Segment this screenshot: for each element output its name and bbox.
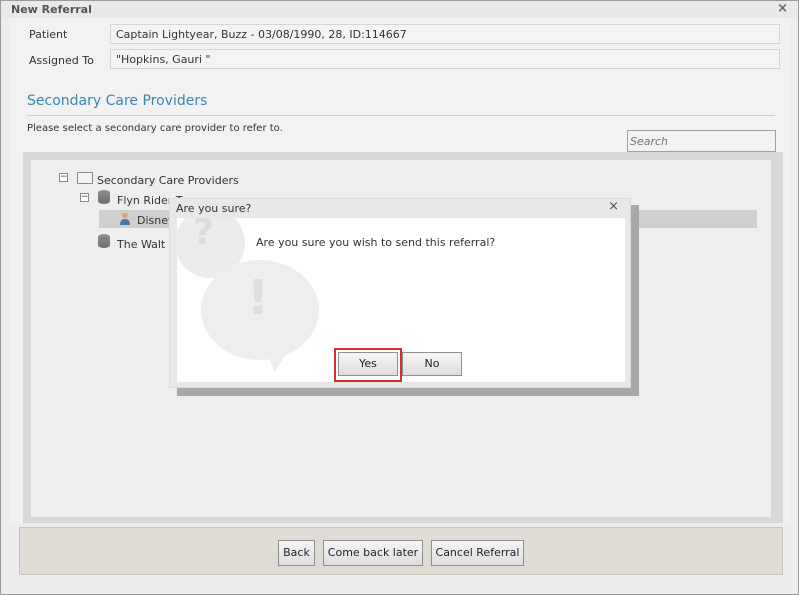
bubble-tail-icon	[265, 348, 289, 372]
patient-value: Captain Lightyear, Buzz - 03/08/1990, 28…	[110, 24, 780, 44]
folder-icon	[77, 172, 93, 184]
cancel-referral-button[interactable]: Cancel Referral	[431, 540, 524, 566]
section-title: Secondary Care Providers	[27, 93, 208, 109]
exclamation-bubble-icon: !	[201, 260, 319, 360]
no-button[interactable]: No	[402, 352, 462, 376]
dialog-message: Are you sure you wish to send this refer…	[256, 236, 496, 249]
person-icon	[120, 212, 130, 225]
yes-button[interactable]: Yes	[338, 352, 398, 376]
window-titlebar: New Referral ×	[1, 1, 798, 18]
come-back-later-button[interactable]: Come back later	[323, 540, 423, 566]
tree-child-collapse-icon[interactable]: −	[80, 193, 89, 202]
tree-root-collapse-icon[interactable]: −	[59, 173, 68, 182]
assigned-to-label: Assigned To	[29, 54, 94, 67]
dialog-close-icon[interactable]: ×	[608, 199, 619, 214]
patient-label: Patient	[29, 28, 68, 41]
back-button[interactable]: Back	[278, 540, 315, 566]
database-icon	[98, 234, 110, 248]
instruction-text: Please select a secondary care provider …	[27, 123, 283, 134]
assigned-to-value: "Hopkins, Gauri "	[110, 49, 780, 69]
window-close-icon[interactable]: ×	[777, 1, 788, 16]
window-title: New Referral	[11, 3, 92, 16]
search-input[interactable]	[627, 130, 776, 152]
dialog-title: Are you sure?	[176, 202, 252, 215]
database-icon	[98, 190, 110, 204]
section-divider	[27, 115, 775, 116]
tree-item-secondary-care-providers[interactable]: Secondary Care Providers	[97, 174, 239, 187]
